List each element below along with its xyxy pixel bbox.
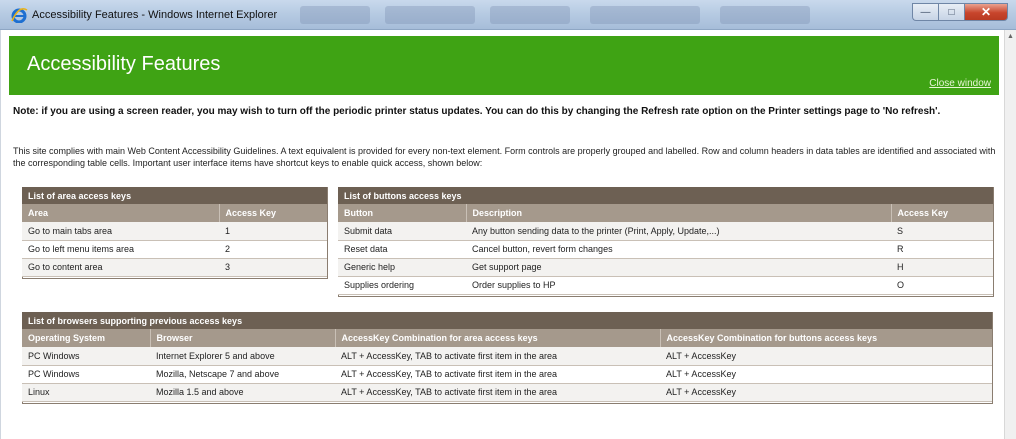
table-cell: S xyxy=(891,222,993,241)
column-header: Access Key xyxy=(891,204,993,222)
vertical-scrollbar[interactable]: ▲ xyxy=(1004,30,1016,439)
table-cell: ALT + AccessKey, TAB to activate first i… xyxy=(335,365,660,384)
page-title: Accessibility Features xyxy=(27,53,221,75)
close-window-link[interactable]: Close window xyxy=(929,78,991,89)
table-caption: List of browsers supporting previous acc… xyxy=(22,312,992,329)
table-row: Submit data Any button sending data to t… xyxy=(338,222,993,241)
screen-reader-note: Note: if you are using a screen reader, … xyxy=(13,106,941,117)
blurred-taskbar-item xyxy=(590,6,700,24)
table-cell: Generic help xyxy=(338,258,466,277)
table-cell: ALT + AccessKey xyxy=(660,347,992,366)
table-cell: Internet Explorer 5 and above xyxy=(150,347,335,366)
table-cell: Go to content area xyxy=(22,258,219,277)
column-header: Description xyxy=(466,204,892,222)
table-cell: Order supplies to HP xyxy=(466,276,891,295)
window-titlebar[interactable]: Accessibility Features - Windows Interne… xyxy=(0,0,1016,30)
table-cell: Linux xyxy=(22,383,150,402)
close-icon[interactable]: ✕ xyxy=(964,3,1008,21)
table-cell: Mozilla, Netscape 7 and above xyxy=(150,365,335,384)
buttons-access-keys-table: List of buttons access keys Button Descr… xyxy=(338,187,993,295)
table-cell: Supplies ordering xyxy=(338,276,466,295)
blurred-taskbar-item xyxy=(300,6,370,24)
table-cell: PC Windows xyxy=(22,347,150,366)
column-header: Operating System xyxy=(22,329,151,347)
table-cell: PC Windows xyxy=(22,365,150,384)
table-row: Go to left menu items area 2 xyxy=(22,240,327,259)
table-caption: List of area access keys xyxy=(22,187,327,204)
blurred-taskbar-item xyxy=(720,6,810,24)
column-header: Browser xyxy=(150,329,336,347)
minimize-icon[interactable]: — xyxy=(912,3,938,21)
maximize-icon[interactable]: □ xyxy=(938,3,964,21)
table-cell: ALT + AccessKey xyxy=(660,383,992,402)
table-caption: List of buttons access keys xyxy=(338,187,993,204)
table-row: Go to content area 3 xyxy=(22,258,327,277)
window-controls: — □ ✕ xyxy=(912,3,1008,21)
table-cell: Any button sending data to the printer (… xyxy=(466,222,891,241)
table-cell: 1 xyxy=(219,222,327,241)
table-cell: Go to main tabs area xyxy=(22,222,219,241)
table-cell: O xyxy=(891,276,993,295)
column-header: AccessKey Combination for area access ke… xyxy=(335,329,661,347)
table-cell: H xyxy=(891,258,993,277)
blurred-taskbar-item xyxy=(385,6,475,24)
window-title: Accessibility Features - Windows Interne… xyxy=(32,9,278,21)
browsers-table: List of browsers supporting previous acc… xyxy=(22,312,992,402)
scroll-up-icon[interactable]: ▲ xyxy=(1007,33,1014,40)
column-header: Access Key xyxy=(219,204,327,222)
table-cell: ALT + AccessKey, TAB to activate first i… xyxy=(335,347,660,366)
table-cell: Submit data xyxy=(338,222,466,241)
table-row: PC Windows Internet Explorer 5 and above… xyxy=(22,347,992,366)
table-cell: Mozilla 1.5 and above xyxy=(150,383,335,402)
table-cell: 3 xyxy=(219,258,327,277)
column-header: AccessKey Combination for buttons access… xyxy=(660,329,992,347)
table-cell: Reset data xyxy=(338,240,466,259)
table-cell: Cancel button, revert form changes xyxy=(466,240,891,259)
column-header: Area xyxy=(22,204,220,222)
table-row: Reset data Cancel button, revert form ch… xyxy=(338,240,993,259)
area-access-keys-table: List of area access keys Area Access Key… xyxy=(22,187,327,277)
table-row: Supplies ordering Order supplies to HP O xyxy=(338,276,993,295)
table-row: Go to main tabs area 1 xyxy=(22,222,327,241)
table-cell: R xyxy=(891,240,993,259)
intro-text: This site complies with main Web Content… xyxy=(13,146,996,168)
blurred-taskbar-item xyxy=(490,6,570,24)
table-row: Generic help Get support page H xyxy=(338,258,993,277)
table-row: Linux Mozilla 1.5 and above ALT + Access… xyxy=(22,383,992,402)
table-cell: Get support page xyxy=(466,258,891,277)
table-cell: ALT + AccessKey, TAB to activate first i… xyxy=(335,383,660,402)
table-cell: 2 xyxy=(219,240,327,259)
table-cell: ALT + AccessKey xyxy=(660,365,992,384)
table-cell: Go to left menu items area xyxy=(22,240,219,259)
page-header: Accessibility Features Close window xyxy=(9,36,999,95)
table-row: PC Windows Mozilla, Netscape 7 and above… xyxy=(22,365,992,384)
column-header: Button xyxy=(338,204,467,222)
ie-icon xyxy=(11,8,28,23)
